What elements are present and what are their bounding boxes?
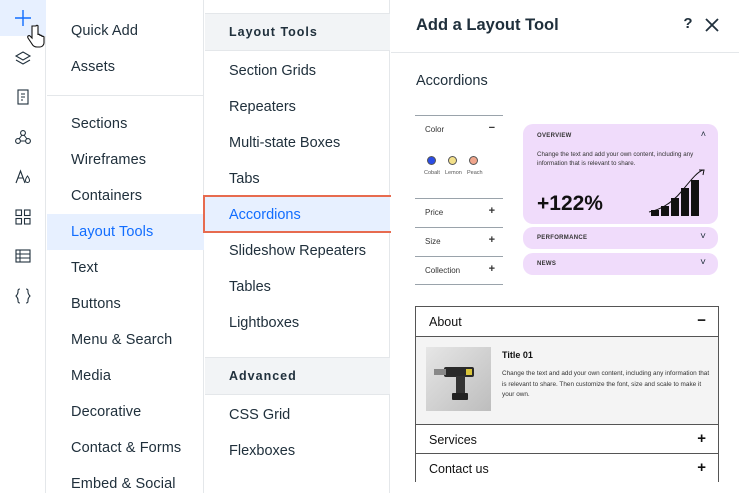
typography-icon[interactable]: [0, 159, 46, 195]
mini-row-collection: Collection +: [415, 256, 503, 285]
help-button[interactable]: ?: [680, 15, 696, 35]
section-subtitle: Accordions: [416, 73, 488, 89]
tool-item-section-grids[interactable]: Section Grids: [205, 53, 390, 89]
accordion-preview-card-performance[interactable]: PERFORMANCE ˅: [523, 227, 718, 249]
category-list: Quick Add Assets Sections Wireframes Con…: [47, 0, 204, 493]
card-stat: +122%: [537, 192, 603, 215]
chevron-up-icon: ˄: [700, 129, 706, 139]
body-title: Title 01: [502, 350, 533, 360]
page-icon[interactable]: [0, 79, 46, 115]
tool-item-repeaters[interactable]: Repeaters: [205, 89, 390, 125]
nodes-icon[interactable]: [0, 119, 46, 155]
tool-list: Layout Tools Section Grids Repeaters Mul…: [205, 0, 390, 493]
mini-row-label: Collection: [425, 266, 461, 275]
panel-title: Add a Layout Tool: [416, 16, 559, 34]
category-item-contact-forms[interactable]: Contact & Forms: [47, 430, 204, 466]
mini-row-label: Size: [425, 237, 441, 246]
plus-icon: +: [488, 205, 495, 217]
tool-item-flexboxes[interactable]: Flexboxes: [205, 433, 390, 469]
accordion-preview-2[interactable]: About − Title 01 Change the text and add…: [415, 306, 719, 483]
category-item-media[interactable]: Media: [47, 358, 204, 394]
add-layout-tool-panel: Add a Layout Tool ? Accordions Color − C…: [391, 0, 739, 493]
category-item-menu-search[interactable]: Menu & Search: [47, 322, 204, 358]
swatch-label: Cobalt: [424, 170, 440, 176]
accordion-preview-left[interactable]: Color − Cobalt Lemon Peach Price + Size …: [415, 115, 503, 285]
tool-item-slideshow-repeaters[interactable]: Slideshow Repeaters: [205, 233, 390, 269]
accordion-preview-card[interactable]: OVERVIEW ˄ Change the text and add your …: [523, 124, 718, 224]
minus-icon: −: [697, 312, 706, 329]
acc-row-services: Services +: [416, 425, 718, 454]
mini-row-size: Size +: [415, 227, 503, 256]
acc-row-title: About: [429, 315, 462, 329]
plus-icon: +: [697, 459, 706, 476]
swatch-lemon: [448, 156, 457, 165]
minus-icon: −: [488, 122, 495, 134]
section-header-layout-tools: Layout Tools: [205, 13, 390, 51]
tool-item-multi-state-boxes[interactable]: Multi-state Boxes: [205, 125, 390, 161]
panel-header: Add a Layout Tool ?: [391, 0, 739, 53]
category-item-containers[interactable]: Containers: [47, 178, 204, 214]
code-braces-icon[interactable]: [0, 278, 46, 314]
plus-icon: +: [488, 234, 495, 246]
bar-growth-icon: [648, 169, 705, 216]
category-item-embed-social[interactable]: Embed & Social: [47, 466, 204, 493]
tool-item-css-grid[interactable]: CSS Grid: [205, 397, 390, 433]
mini-row-color: Color − Cobalt Lemon Peach: [415, 115, 503, 198]
category-item-quick-add[interactable]: Quick Add: [47, 13, 204, 49]
close-icon[interactable]: [702, 14, 722, 36]
chevron-down-icon: ˅: [700, 231, 706, 242]
plus-icon: +: [488, 263, 495, 275]
tool-item-accordions[interactable]: Accordions: [205, 197, 390, 233]
swatch-label: Lemon: [445, 170, 462, 176]
card-body: Change the text and add your own content…: [537, 151, 694, 167]
chevron-down-icon: ˅: [700, 257, 706, 268]
drill-image: [426, 347, 491, 411]
category-item-assets[interactable]: Assets: [47, 49, 204, 85]
category-item-sections[interactable]: Sections: [47, 106, 204, 142]
hand-cursor-icon: [27, 24, 45, 48]
card-header: NEWS: [537, 261, 557, 267]
card-header: PERFORMANCE: [537, 235, 588, 241]
tool-item-tabs[interactable]: Tabs: [205, 161, 390, 197]
divider: [47, 95, 204, 96]
category-item-buttons[interactable]: Buttons: [47, 286, 204, 322]
category-item-decorative[interactable]: Decorative: [47, 394, 204, 430]
card-header: OVERVIEW: [537, 133, 572, 139]
tool-item-tables[interactable]: Tables: [205, 269, 390, 305]
apps-icon[interactable]: [0, 199, 46, 235]
acc-body: Title 01 Change the text and add your ow…: [416, 336, 718, 425]
table-icon[interactable]: [0, 238, 46, 274]
section-header-advanced: Advanced: [205, 357, 390, 395]
accordion-preview-card-news[interactable]: NEWS ˅: [523, 253, 718, 275]
tool-item-lightboxes[interactable]: Lightboxes: [205, 305, 390, 341]
swatch-label: Peach: [467, 170, 483, 176]
category-item-text[interactable]: Text: [47, 250, 204, 286]
category-item-layout-tools[interactable]: Layout Tools: [47, 214, 204, 250]
swatch-cobalt: [427, 156, 436, 165]
body-text: Change the text and add your own content…: [502, 370, 710, 398]
acc-row-contact-us: Contact us +: [416, 454, 718, 483]
mini-row-price: Price +: [415, 198, 503, 227]
swatch-peach: [469, 156, 478, 165]
tool-rail: [0, 0, 46, 493]
acc-row-about: About −: [416, 307, 718, 336]
acc-row-title: Contact us: [429, 462, 489, 476]
plus-icon: +: [697, 430, 706, 447]
category-item-wireframes[interactable]: Wireframes: [47, 142, 204, 178]
acc-row-title: Services: [429, 433, 477, 447]
mini-row-label: Color: [425, 125, 445, 134]
mini-row-label: Price: [425, 208, 444, 217]
